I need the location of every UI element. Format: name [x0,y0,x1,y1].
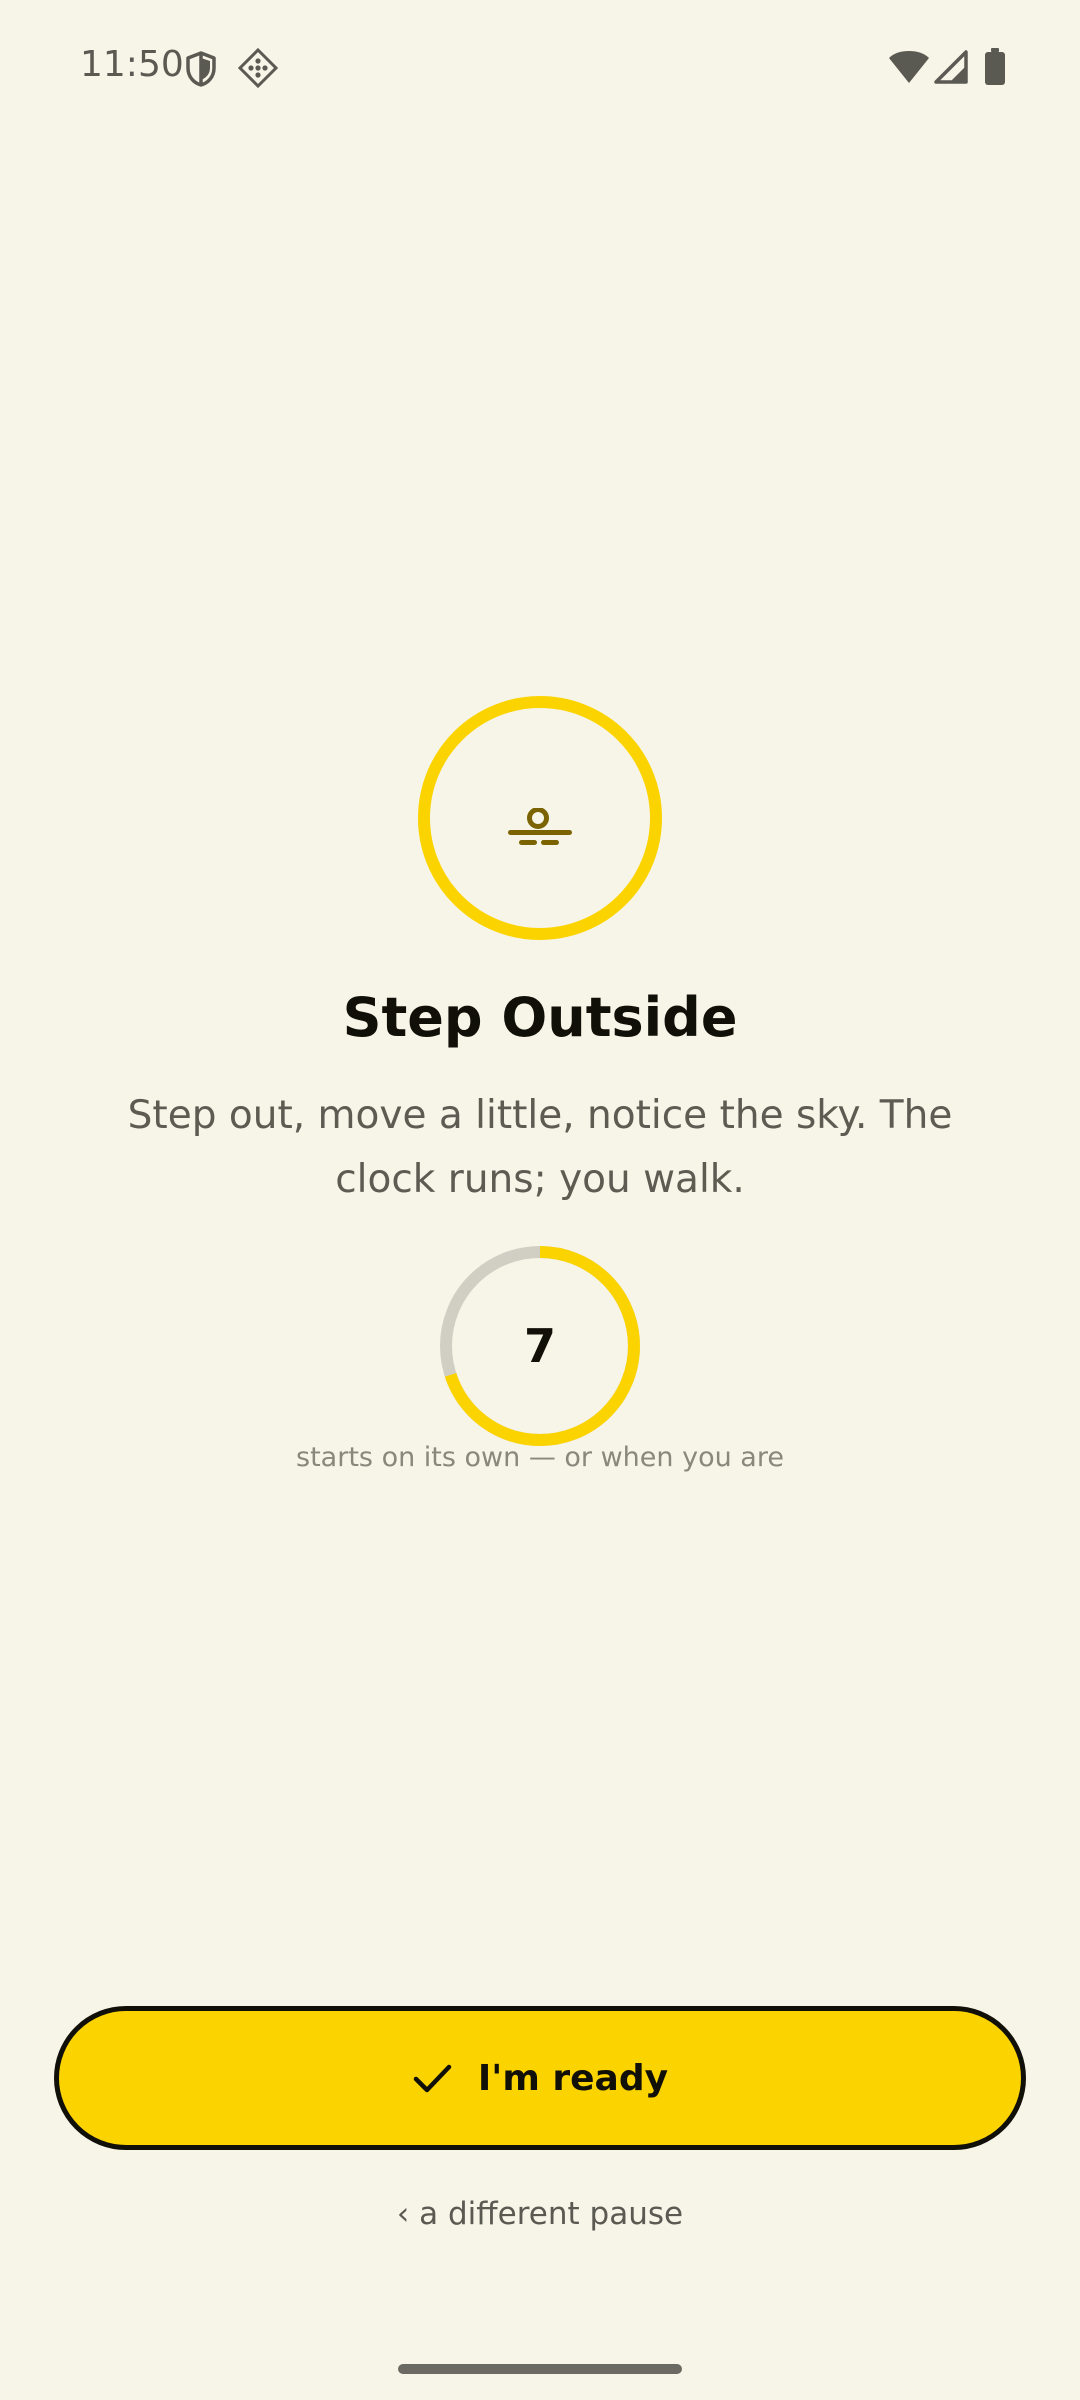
check-icon [412,2058,452,2098]
countdown-caption: starts on its own — or when you are [296,1442,784,1473]
sun-horizon-icon [505,807,575,852]
ready-button-label: I'm ready [477,2057,669,2099]
countdown-number: 7 [523,1319,556,1373]
activity-title: Step Outside [342,986,738,1049]
battery-icon [984,48,1006,86]
ready-button[interactable]: I'm ready [54,2006,1026,2150]
activity-description: Step out, move a little, notice the sky.… [127,1093,953,1202]
status-time: 11:50 [80,44,184,85]
different-pause-link[interactable]: ‹ a different pause [0,2196,1080,2232]
status-bar: 11:50 [0,0,1080,140]
cellular-signal-icon [934,50,968,84]
home-indicator[interactable] [398,2364,682,2374]
countdown-timer: 7 [438,1244,642,1448]
wifi-icon [888,50,930,84]
shield-icon [184,50,218,88]
app-notification-icon [238,48,278,88]
activity-icon-ring [416,694,664,942]
